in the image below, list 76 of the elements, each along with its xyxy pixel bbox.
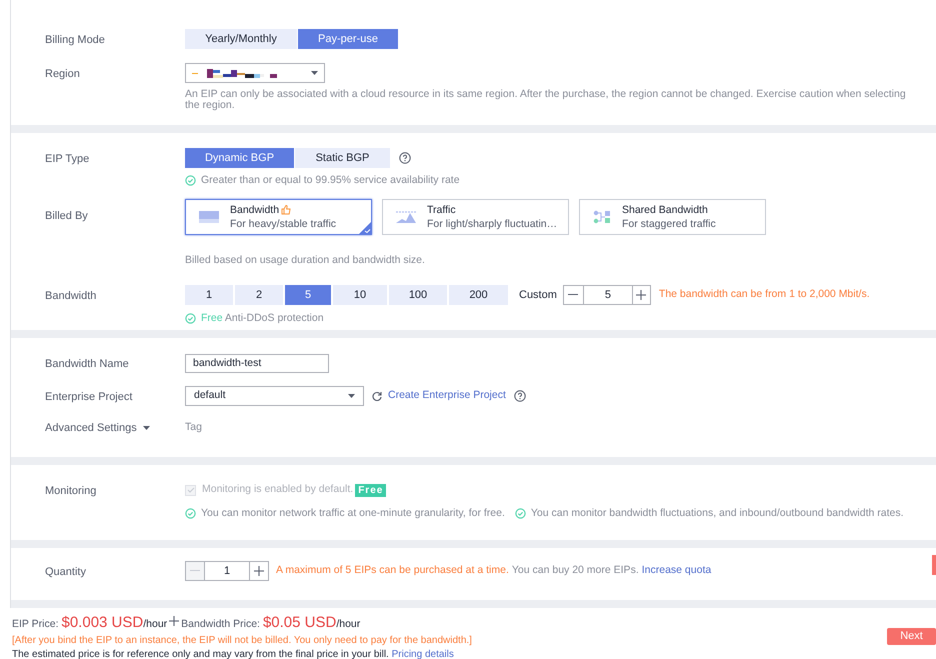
hint-text: Free Anti-DDoS protection xyxy=(201,311,324,326)
checkbox-label: Monitoring is enabled by default. xyxy=(202,482,354,498)
field-label: EIP Type xyxy=(45,153,90,165)
range-hint: The bandwidth can be from 1 to 2,000 Mbit/s. xyxy=(658,287,870,302)
name-input[interactable]: bandwidth-test xyxy=(185,354,329,372)
card-subtitle: For staggered traffic xyxy=(622,217,716,231)
project-select[interactable]: default xyxy=(185,386,364,406)
help-icon[interactable] xyxy=(514,390,526,402)
pricing-details-link[interactable]: Pricing details xyxy=(392,649,454,659)
option-button[interactable]: 1 xyxy=(185,285,233,305)
caret-down-icon xyxy=(142,426,150,430)
bandwidth-stepper[interactable]: 5 xyxy=(562,285,651,305)
caret-down-icon xyxy=(348,394,355,398)
check-circle-icon xyxy=(185,313,196,324)
option-button[interactable]: 5 xyxy=(285,285,331,305)
hint-text: You can monitor network traffic at one-minute granularity, for free. xyxy=(201,506,505,521)
price-label: EIP Price: xyxy=(12,617,58,632)
create-project-link[interactable]: Create Enterprise Project xyxy=(388,388,506,404)
price-amount: $0.05 USD xyxy=(262,613,336,633)
advanced-settings-toggle[interactable]: Advanced Settings xyxy=(45,420,150,436)
billing-card[interactable]: Bandwidth For heavy/stable traffic xyxy=(185,199,372,235)
field-label: Quantity xyxy=(45,566,86,578)
card-title: Bandwidth xyxy=(230,203,280,217)
check-circle-icon xyxy=(514,508,526,520)
refresh-icon[interactable] xyxy=(372,391,382,401)
option-button[interactable]: Dynamic BGP xyxy=(185,148,294,168)
remaining-hint: You can buy 20 more EIPs. xyxy=(512,563,639,578)
stepper-value: 5 xyxy=(604,288,612,303)
field-label: Enterprise Project xyxy=(45,391,132,403)
bar-icon xyxy=(199,211,219,223)
price-unit: /hour xyxy=(143,617,168,632)
area-chart-icon xyxy=(396,211,416,223)
quantity-stepper[interactable]: 1 xyxy=(185,561,269,581)
plus-icon xyxy=(169,616,180,626)
summary-text: Tag xyxy=(185,420,202,436)
field-label: Region xyxy=(45,68,80,80)
price-unit: /hour xyxy=(336,617,360,632)
option-button[interactable]: Static BGP xyxy=(295,148,390,168)
field-label: Billed By xyxy=(45,210,88,222)
option-button[interactable]: 100 xyxy=(389,285,447,305)
billing-card[interactable]: Shared Bandwidth For staggered traffic xyxy=(579,199,766,235)
option-button[interactable]: 200 xyxy=(449,285,508,305)
caret-down-icon xyxy=(311,70,318,76)
region-note: An EIP can only be associated with a cloud resource in its same region. After the purchase, the region cannot be changed. Exercise caution when selecting the region. xyxy=(185,89,907,111)
option-button[interactable]: 10 xyxy=(333,285,387,305)
increase-quota-link[interactable]: Increase quota xyxy=(642,563,712,579)
thumbs-up-icon xyxy=(281,205,292,215)
region-select[interactable] xyxy=(185,63,325,83)
price-disclaimer: The estimated price is for reference only and may vary from the final price in your bill. Pricing details xyxy=(12,648,455,659)
price-label: Bandwidth Price: xyxy=(181,617,260,632)
hint-text: Greater than or equal to 99.95% service availability rate xyxy=(201,173,460,188)
option-button[interactable]: Yearly/Monthly xyxy=(185,29,297,49)
hint-text: You can monitor bandwidth fluctuations, and inbound/outbound bandwidth rates. xyxy=(530,506,904,521)
network-icon xyxy=(593,209,611,225)
field-label: Monitoring xyxy=(45,485,96,497)
field-label: Billing Mode xyxy=(45,34,105,46)
selected-corner-icon xyxy=(359,222,371,234)
card-title: Traffic xyxy=(427,203,456,217)
field-label: Bandwidth Name xyxy=(45,358,129,370)
free-badge: Free xyxy=(355,484,386,496)
card-subtitle: For light/sharply fluctuatin… xyxy=(427,217,558,231)
billing-notice: [After you bind the EIP to an instance, the EIP will not be billed. You only need to pay for the bandwidth.] xyxy=(12,634,473,648)
hint-text: Billed based on usage duration and bandwidth size. xyxy=(185,254,425,266)
help-icon[interactable] xyxy=(399,152,411,164)
option-button[interactable]: 2 xyxy=(235,285,283,305)
limit-hint: A maximum of 5 EIPs can be purchased at a time. xyxy=(276,563,509,578)
field-label: Bandwidth xyxy=(45,290,96,302)
custom-label: Custom xyxy=(519,288,557,303)
check-circle-icon xyxy=(185,508,196,520)
price-amount: $0.003 USD xyxy=(62,613,144,633)
billing-card[interactable]: Traffic For light/sharply fluctuatin… xyxy=(382,199,569,235)
stepper-value: 1 xyxy=(222,564,232,579)
card-title: Shared Bandwidth xyxy=(622,203,708,217)
check-circle-icon xyxy=(185,175,196,186)
card-subtitle: For heavy/stable traffic xyxy=(230,217,336,231)
option-button[interactable]: Pay-per-use xyxy=(298,29,398,49)
